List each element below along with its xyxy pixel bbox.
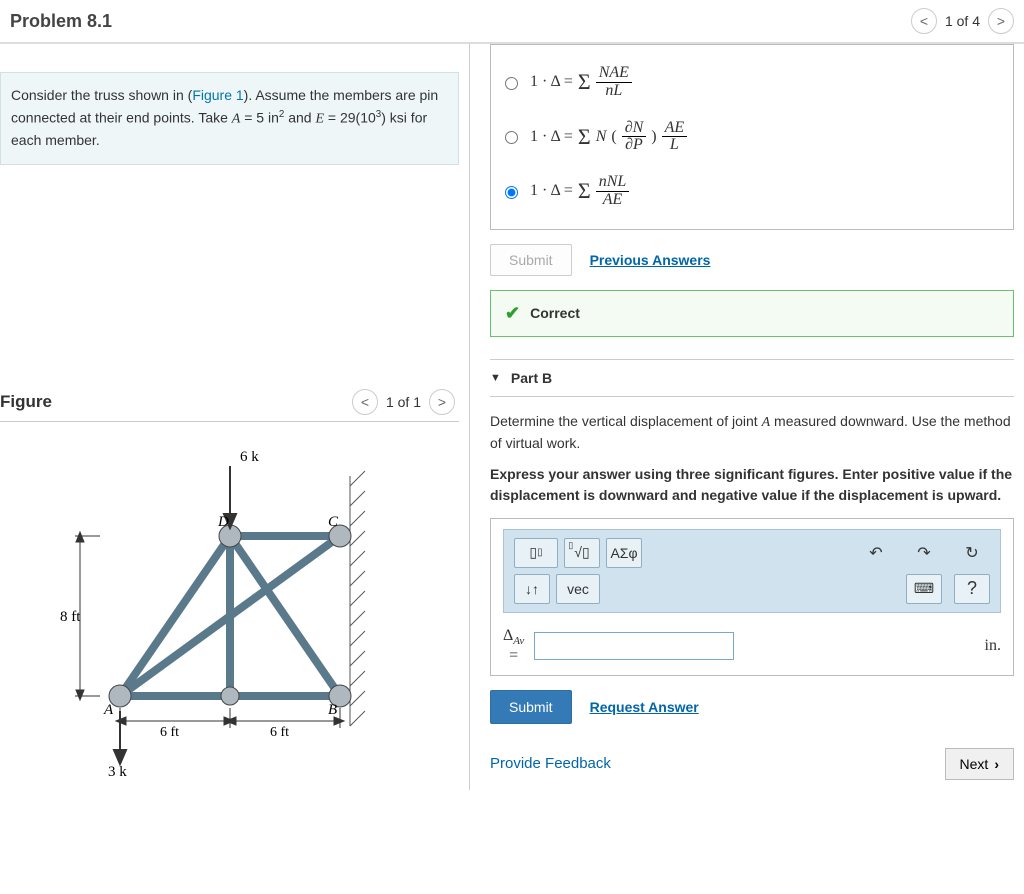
prev-problem-button[interactable]: < [911,8,937,34]
sqrt-button[interactable]: ▯√▯ [564,538,600,568]
figure-title: Figure [0,392,52,412]
previous-answers-link[interactable]: Previous Answers [590,252,711,268]
figure-pager-position: 1 of 1 [386,394,421,410]
request-answer-link[interactable]: Request Answer [590,699,699,715]
part-a-choices: 1 · Δ = Σ NAEnL 1 · Δ = Σ N(∂N∂P) AEL 1 … [490,44,1014,230]
svg-text:D: D [217,514,229,530]
answer-unit: in. [985,637,1001,655]
truss-figure: 6 k 3 k 8 ft [0,422,459,779]
svg-text:C: C [328,514,339,530]
keyboard-button[interactable]: ⌨ [906,574,942,604]
page-header: Problem 8.1 < 1 of 4 > [0,0,1024,44]
redo-button[interactable]: ↷ [906,538,942,568]
figure-next-button[interactable]: > [429,389,455,415]
problem-title: Problem 8.1 [10,11,112,32]
problem-pager: < 1 of 4 > [911,8,1014,34]
choice-3-radio[interactable] [505,186,518,199]
equation-toolbar: ▯▯ ▯√▯ ΑΣφ ↶ ↷ ↻ ↓↑ vec [503,529,1001,613]
svg-text:6 ft: 6 ft [270,725,289,740]
correct-label: Correct [530,305,580,321]
next-button[interactable]: Next› [945,748,1014,780]
part-b-submit-button[interactable]: Submit [490,690,572,724]
choice-2-radio[interactable] [505,131,518,144]
choice-2[interactable]: 1 · Δ = Σ N(∂N∂P) AEL [505,110,999,165]
pager-position: 1 of 4 [945,13,980,29]
figure-pager: < 1 of 1 > [352,389,455,415]
choice-1-radio[interactable] [505,77,518,90]
left-column: Consider the truss shown in (Figure 1). … [0,44,470,790]
choice-3[interactable]: 1 · Δ = Σ nNLAE [505,164,999,219]
right-column: 1 · Δ = Σ NAEnL 1 · Δ = Σ N(∂N∂P) AEL 1 … [470,44,1024,790]
help-button[interactable]: ? [954,574,990,604]
footer-row: Provide Feedback Next› [490,748,1014,780]
templates-button[interactable]: ▯▯ [514,538,558,568]
undo-button[interactable]: ↶ [858,538,894,568]
svg-text:A: A [103,702,114,718]
provide-feedback-link[interactable]: Provide Feedback [490,755,611,772]
choice-1[interactable]: 1 · Δ = Σ NAEnL [505,55,999,110]
reset-button[interactable]: ↻ [954,538,990,568]
part-b-header[interactable]: ▼ Part B [490,359,1014,397]
caret-down-icon: ▼ [490,372,501,384]
figure-prev-button[interactable]: < [352,389,378,415]
svg-text:3 k: 3 k [108,764,127,776]
svg-text:6 k: 6 k [240,449,259,465]
greek-button[interactable]: ΑΣφ [606,538,642,568]
answer-input-row: ΔAv = in. [503,627,1001,665]
answer-variable-label: ΔAv = [503,627,524,665]
answer-input[interactable] [534,632,734,660]
next-problem-button[interactable]: > [988,8,1014,34]
updown-button[interactable]: ↓↑ [514,574,550,604]
svg-text:B: B [328,702,337,718]
correct-feedback: ✔ Correct [490,290,1014,337]
figure-link[interactable]: Figure 1 [192,87,243,103]
vec-button[interactable]: vec [556,574,600,604]
figure-header: Figure < 1 of 1 > [0,385,459,422]
part-b-title: Part B [511,370,552,386]
part-b-actions: Submit Request Answer [490,690,1014,724]
part-b-prompt: Determine the vertical displacement of j… [490,411,1014,506]
answer-area: ▯▯ ▯√▯ ΑΣφ ↶ ↷ ↻ ↓↑ vec [490,518,1014,676]
part-a-submit-button: Submit [490,244,572,276]
check-icon: ✔ [505,303,520,324]
problem-statement: Consider the truss shown in (Figure 1). … [0,72,459,165]
svg-text:8 ft: 8 ft [60,609,81,625]
svg-text:6 ft: 6 ft [160,725,179,740]
part-a-actions: Submit Previous Answers [490,244,1014,276]
